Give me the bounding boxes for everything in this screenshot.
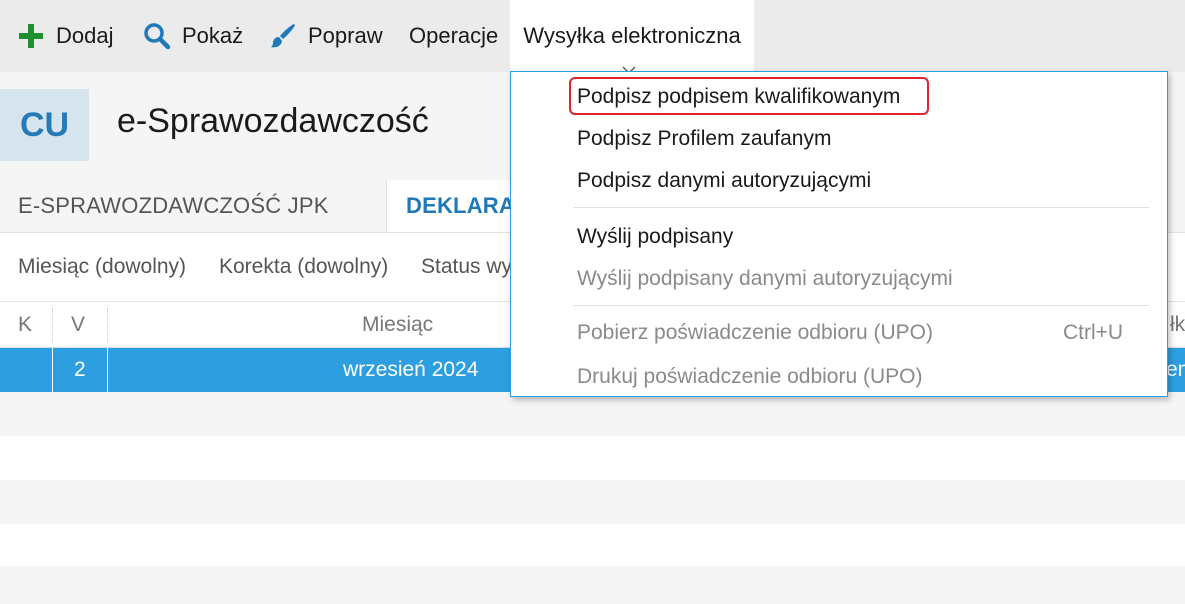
column-separator — [52, 308, 53, 342]
menu-separator — [573, 305, 1149, 306]
empty-row — [0, 566, 1185, 604]
cell-separator — [107, 348, 108, 392]
cell-month: wrzesień 2024 — [343, 358, 479, 381]
page-title: e-Sprawozdawczość — [117, 102, 429, 140]
menu-item-download-upo-label: Pobierz poświadczenie odbioru (UPO) — [577, 321, 934, 344]
menu-item-send-signed[interactable]: Wyślij podpisany — [577, 217, 733, 257]
edit-button[interactable]: Popraw — [268, 0, 383, 72]
brush-icon — [268, 21, 298, 51]
column-header-month[interactable]: Miesiąc — [362, 302, 433, 347]
menu-item-sign-qualified[interactable]: Podpisz podpisem kwalifikowanym — [577, 77, 900, 117]
column-header-k[interactable]: K — [18, 302, 32, 347]
cell-v: 2 — [74, 358, 86, 381]
menu-item-download-upo[interactable]: Pobierz poświadczenie odbioru (UPO) Ctrl… — [577, 313, 1123, 353]
operations-label: Operacje — [409, 23, 499, 48]
electronic-sending-dropdown: Podpisz podpisem kwalifikowanym Podpisz … — [510, 71, 1168, 397]
module-badge: CU — [0, 89, 89, 161]
filter-month[interactable]: Miesiąc (dowolny) — [18, 233, 186, 301]
menu-item-send-signed-authorization[interactable]: Wyślij podpisany danymi autoryzującymi — [577, 259, 953, 299]
add-button-label: Dodaj — [56, 23, 114, 48]
filter-status[interactable]: Status wy — [421, 233, 512, 301]
empty-row — [0, 524, 1185, 568]
electronic-sending-menu-button[interactable]: Wysyłka elektroniczna — [510, 0, 754, 74]
filter-correction[interactable]: Korekta (dowolny) — [219, 233, 388, 301]
toolbar: Dodaj Pokaż Popraw Operacje Wysyłka elek… — [0, 0, 1185, 74]
column-header-extra[interactable]: łk — [1170, 302, 1185, 347]
menu-item-sign-trusted-profile[interactable]: Podpisz Profilem zaufanym — [577, 119, 831, 159]
show-button-label: Pokaż — [182, 23, 244, 48]
empty-row — [0, 436, 1185, 480]
operations-menu-button[interactable]: Operacje — [409, 0, 498, 72]
electronic-sending-label: Wysyłka elektroniczna — [523, 23, 741, 48]
show-button[interactable]: Pokaż — [142, 0, 243, 72]
empty-row — [0, 480, 1185, 524]
menu-item-sign-authorization-data[interactable]: Podpisz danymi autoryzującymi — [577, 161, 871, 201]
add-button[interactable]: Dodaj — [16, 0, 113, 72]
plus-icon — [16, 21, 46, 51]
edit-button-label: Popraw — [308, 23, 383, 48]
cell-separator — [52, 348, 53, 392]
cell-extra: en — [1166, 358, 1185, 381]
column-header-v[interactable]: V — [71, 302, 85, 347]
menu-item-print-upo[interactable]: Drukuj poświadczenie odbioru (UPO) — [577, 357, 923, 397]
menu-separator — [573, 207, 1149, 208]
empty-row — [0, 392, 1185, 436]
search-icon — [142, 21, 172, 51]
shortcut-text: Ctrl+U — [1063, 321, 1124, 344]
tab-e-sprawozdawczosc-jpk[interactable]: E-SPRAWOZDAWCZOŚĆ JPK — [18, 180, 329, 232]
column-separator — [107, 308, 108, 342]
